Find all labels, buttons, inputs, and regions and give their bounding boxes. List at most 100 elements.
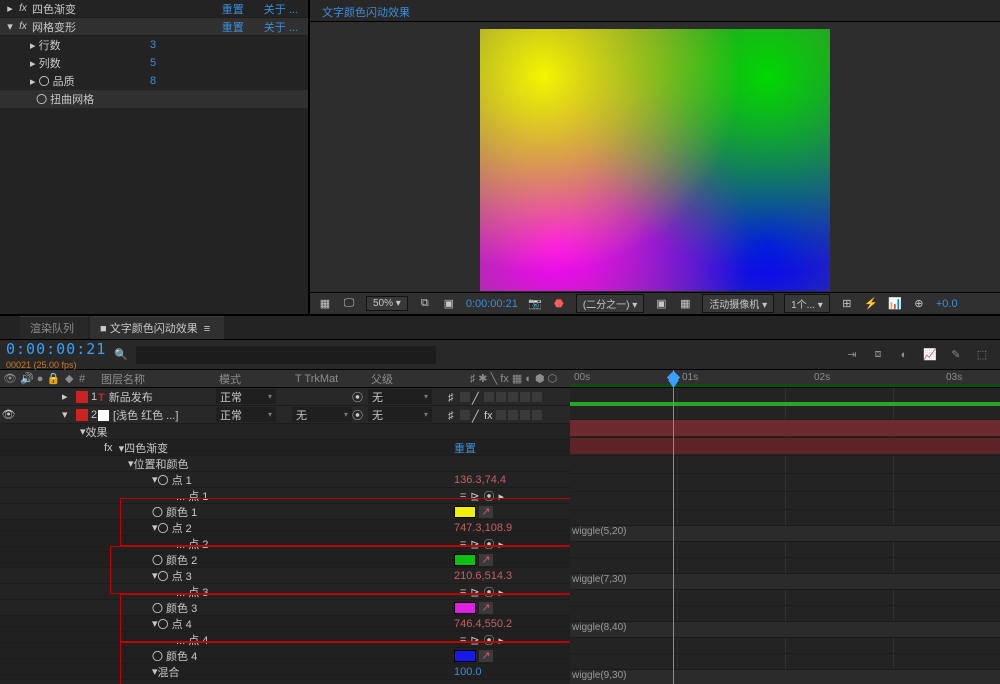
close-icon[interactable]: ≡	[204, 323, 210, 335]
snapshot-icon[interactable]: 📷	[528, 297, 542, 311]
shy-icon[interactable]: ⇥	[844, 347, 860, 363]
point-row[interactable]: ▾ 〇 点 3 210.6,514.3	[0, 568, 570, 584]
expr-equals-icon[interactable]: =	[460, 490, 466, 502]
about-link[interactable]: 关于 ...	[254, 19, 308, 35]
playhead[interactable]	[673, 370, 674, 684]
chevron-down-icon[interactable]: ▾	[4, 20, 16, 33]
expr-pickwhip-icon[interactable]: ⦿	[483, 584, 494, 600]
exposure-value[interactable]: +0.0	[936, 298, 958, 310]
label-color[interactable]	[76, 409, 88, 421]
flowchart-icon[interactable]: ⊕	[912, 297, 926, 311]
layer-bar[interactable]	[570, 420, 1000, 436]
blend-mode-dropdown[interactable]: 正常▾	[216, 407, 276, 422]
eyedropper-icon[interactable]: ↗	[479, 554, 493, 566]
point-row[interactable]: ▾ 〇 点 4 746.4,550.2	[0, 616, 570, 632]
color-swatch[interactable]	[454, 506, 476, 518]
layer-bar[interactable]	[570, 438, 1000, 454]
eyedropper-icon[interactable]: ↗	[479, 506, 493, 518]
fast-preview-icon[interactable]: ⚡	[864, 297, 878, 311]
label-color[interactable]	[76, 391, 88, 403]
parent-dropdown[interactable]: 无▾	[368, 407, 432, 422]
trkmat-dropdown[interactable]: 无▾	[292, 407, 352, 422]
gradient-effect-row[interactable]: fx▾ 四色渐变 重置	[0, 440, 570, 456]
point-row[interactable]: ▾ 〇 点 2 747.3,108.9	[0, 520, 570, 536]
search-icon[interactable]: 🔍	[114, 348, 128, 361]
work-area-bar[interactable]	[570, 402, 1000, 406]
layer-search-input[interactable]	[136, 346, 436, 364]
color-icon[interactable]: ⬣	[552, 297, 566, 311]
parent-dropdown[interactable]: 无▾	[368, 389, 432, 404]
brain-icon[interactable]: ⬚	[974, 347, 990, 363]
draft-icon[interactable]: ✎	[948, 347, 964, 363]
mesh-rows[interactable]: ▸ 行数3	[0, 36, 308, 54]
expr-graph-icon[interactable]: ⊵	[470, 586, 479, 599]
current-timecode[interactable]: 0:00:00:21	[6, 340, 106, 358]
expr-pickwhip-icon[interactable]: ⦿	[483, 632, 494, 648]
tab-composition[interactable]: ■ 文字颜色闪动效果≡	[90, 316, 224, 339]
point-expression-row[interactable]: ... 点 1 =⊵⦿▸	[0, 488, 570, 504]
expr-pickwhip-icon[interactable]: ⦿	[483, 488, 494, 504]
views-dropdown[interactable]: 1个... ▾	[784, 294, 830, 313]
expr-menu-icon[interactable]: ▸	[498, 538, 504, 551]
expand-icon[interactable]: ▸	[62, 391, 68, 403]
blend-prop[interactable]: ▾ 混合 100.0	[0, 664, 570, 680]
expr-graph-icon[interactable]: ⊵	[470, 538, 479, 551]
color-swatch[interactable]	[454, 650, 476, 662]
monitor-icon[interactable]: 🖵	[342, 297, 356, 311]
color-row[interactable]: 〇 颜色 4 ↗	[0, 648, 570, 664]
expression-text[interactable]: wiggle(5,20)	[572, 526, 626, 537]
viewer-canvas[interactable]	[310, 22, 1000, 292]
expr-graph-icon[interactable]: ⊵	[470, 490, 479, 503]
color-swatch[interactable]	[454, 554, 476, 566]
about-link[interactable]: 关于 ...	[254, 1, 308, 17]
grid-icon[interactable]: ▦	[318, 297, 332, 311]
visibility-icon[interactable]: 👁	[2, 408, 15, 421]
color-row[interactable]: 〇 颜色 3 ↗	[0, 600, 570, 616]
point-expression-row[interactable]: ... 点 3 =⊵⦿▸	[0, 584, 570, 600]
expression-text[interactable]: wiggle(8,40)	[572, 622, 626, 633]
expression-text[interactable]: wiggle(7,30)	[572, 574, 626, 585]
viewer-timecode[interactable]: 0:00:00:21	[466, 298, 518, 310]
blend-mode-dropdown[interactable]: 正常▾	[216, 389, 276, 404]
effect-row-mesh[interactable]: ▾ fx 网格变形 重置 关于 ...	[0, 18, 308, 36]
expr-equals-icon[interactable]: =	[460, 586, 466, 598]
expr-menu-icon[interactable]: ▸	[498, 634, 504, 647]
camera-dropdown[interactable]: 活动摄像机 ▾	[702, 294, 774, 313]
col-parent[interactable]: 父级	[368, 371, 432, 387]
point-expression-row[interactable]: ... 点 2 =⊵⦿▸	[0, 536, 570, 552]
col-trkmat[interactable]: T TrkMat	[292, 373, 352, 385]
aspect-icon[interactable]: ⧉	[418, 297, 432, 311]
expr-graph-icon[interactable]: ⊵	[470, 634, 479, 647]
color-row[interactable]: 〇 颜色 1 ↗	[0, 504, 570, 520]
col-layername[interactable]: 图层名称	[98, 371, 216, 387]
mesh-quality[interactable]: ▸ 〇 品质8	[0, 72, 308, 90]
zoom-dropdown[interactable]: 50% ▾	[366, 296, 408, 311]
expr-menu-icon[interactable]: ▸	[498, 586, 504, 599]
expr-equals-icon[interactable]: =	[460, 538, 466, 550]
expr-equals-icon[interactable]: =	[460, 634, 466, 646]
expression-text[interactable]: wiggle(9,30)	[572, 670, 626, 681]
motion-blur-icon[interactable]: ◐	[896, 347, 912, 363]
frame-blend-icon[interactable]: ⧈	[870, 347, 886, 363]
switches-icons[interactable]: ♯╱fx	[448, 410, 570, 420]
position-color-group[interactable]: ▾ 位置和颜色	[0, 456, 570, 472]
reset-link[interactable]: 重置	[212, 19, 254, 35]
graph-editor-icon[interactable]: 📈	[922, 347, 938, 363]
effects-group[interactable]: ▾ 效果	[0, 424, 570, 440]
timeline-tracks[interactable]: 00s 01s 02s 03s wiggle(5,20)wiggle(7,30)…	[570, 370, 1000, 684]
layer-name[interactable]: [浅色 红色 ...]	[113, 410, 178, 422]
layer-row[interactable]: ▸ 1 T新品发布 正常▾ ⦿ 无▾ ♯╱	[0, 388, 570, 406]
mesh-distort[interactable]: 〇 扭曲网格	[0, 90, 308, 108]
channel-icon[interactable]: ▣	[442, 297, 456, 311]
chevron-right-icon[interactable]: ▸	[4, 2, 16, 15]
expand-icon[interactable]: ▾	[62, 409, 68, 421]
effect-row-4color[interactable]: ▸ fx 四色渐变 重置 关于 ...	[0, 0, 308, 18]
point-expression-row[interactable]: ... 点 4 =⊵⦿▸	[0, 632, 570, 648]
pixel-aspect-icon[interactable]: ⊞	[840, 297, 854, 311]
color-swatch[interactable]	[454, 602, 476, 614]
transparency-icon[interactable]: ▦	[678, 297, 692, 311]
viewer-tab-title[interactable]: 文字颜色闪动效果	[310, 0, 1000, 22]
col-mode[interactable]: 模式	[216, 371, 276, 387]
tab-render-queue[interactable]: 渲染队列	[20, 316, 88, 339]
expr-menu-icon[interactable]: ▸	[498, 490, 504, 503]
